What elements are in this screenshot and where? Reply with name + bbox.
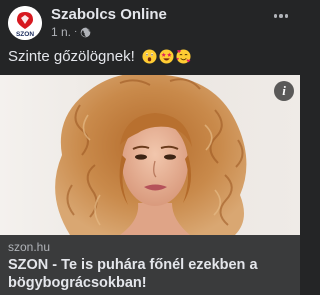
ad-info-button[interactable]: i [274,81,294,101]
smiling-face-with-hearts-emoji [176,49,191,64]
facebook-post: SZON Szabolcs Online 1 n. · Szinte gőzöl… [0,0,300,295]
portrait-photo [0,75,300,235]
more-options-icon-dot [284,14,289,18]
globe-icon [81,27,91,37]
post-timestamp[interactable]: 1 n. [51,25,71,39]
meta-separator: · [74,26,78,37]
page-name-link[interactable]: Szabolcs Online [51,6,251,24]
link-domain: szon.hu [8,240,51,254]
avatar-text: SZON [16,31,34,38]
szon-logo-icon: SZON [8,6,42,40]
post-header-text: Szabolcs Online 1 n. · [51,6,251,39]
caption-text: Szinte gőzölögnek! [8,48,135,65]
post-caption: Szinte gőzölögnek! [8,47,292,67]
page-avatar[interactable]: SZON [8,6,42,40]
astonished-face-emoji [142,49,157,64]
more-options-button[interactable] [270,9,292,23]
more-options-icon [273,14,278,18]
post-header: SZON Szabolcs Online 1 n. · [8,6,292,40]
link-preview-footer[interactable]: szon.hu SZON - Te is puhára főnél ezekbe… [0,235,300,295]
link-preview-image[interactable]: i [0,75,300,235]
star-struck-emoji [159,49,174,64]
caption-emojis [142,49,191,64]
more-options-icon-dot [279,14,283,18]
link-title: SZON - Te is puhára főnél ezekben a bögy… [8,257,258,291]
post-meta: 1 n. · [51,25,251,39]
